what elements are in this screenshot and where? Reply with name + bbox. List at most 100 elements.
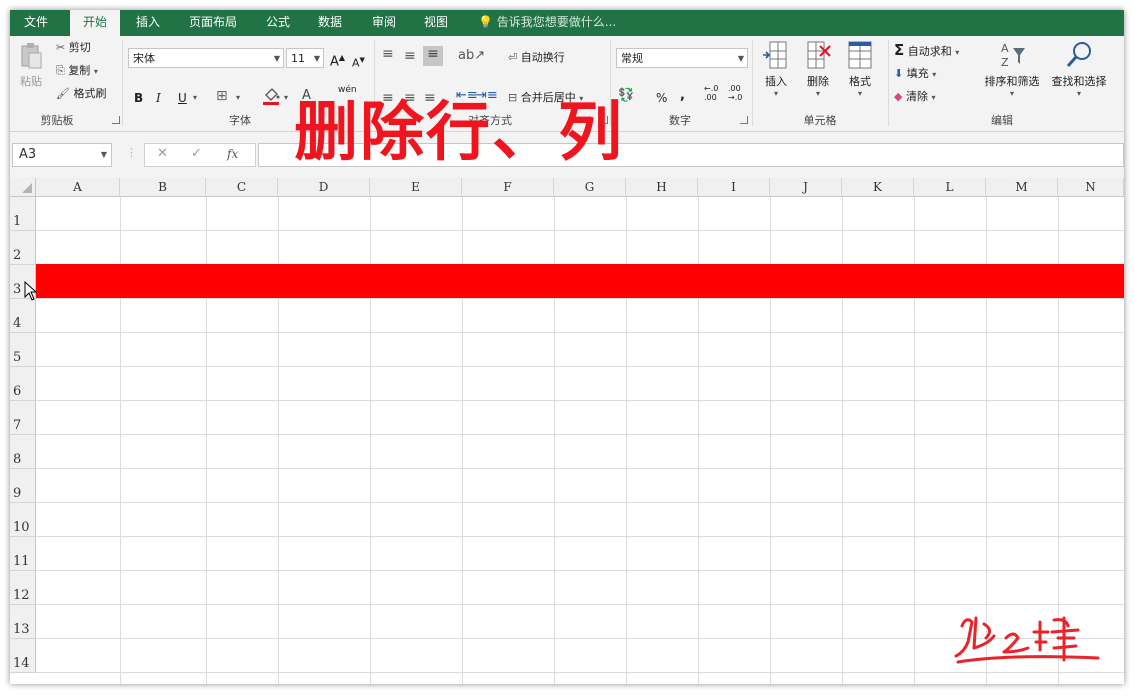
column-header-b[interactable]: B bbox=[120, 178, 206, 197]
autosum-button[interactable]: Σ 自动求和 ▾ bbox=[894, 42, 959, 61]
column-header-f[interactable]: F bbox=[462, 178, 554, 197]
row-header-5[interactable]: 5 bbox=[10, 333, 36, 367]
insert-cells-button[interactable]: 插入 ▾ bbox=[758, 40, 794, 98]
column-header-c[interactable]: C bbox=[206, 178, 278, 197]
font-size-select[interactable]: 11 ▼ bbox=[286, 48, 324, 68]
paste-icon bbox=[21, 43, 42, 69]
dialog-launcher-icon[interactable] bbox=[740, 116, 748, 124]
row-header-11[interactable]: 11 bbox=[10, 537, 36, 571]
clear-button[interactable]: ◆ 清除 ▾ bbox=[894, 89, 935, 106]
fill-color-button[interactable] bbox=[262, 86, 282, 111]
shrink-font-button[interactable]: A▼ bbox=[352, 52, 365, 72]
name-box-value: A3 bbox=[19, 147, 37, 162]
column-header-h[interactable]: H bbox=[626, 178, 698, 197]
chevron-down-icon[interactable]: ▾ bbox=[193, 90, 197, 106]
fill-button[interactable]: ⬇ 填充 ▾ bbox=[894, 66, 936, 83]
column-header-m[interactable]: M bbox=[986, 178, 1058, 197]
delete-cells-label: 删除 bbox=[807, 75, 829, 88]
column-header-d[interactable]: D bbox=[278, 178, 370, 197]
cancel-icon[interactable]: ✕ bbox=[157, 146, 168, 161]
row-header-4[interactable]: 4 bbox=[10, 299, 36, 333]
wrap-text-button[interactable]: ⏎ 自动换行 bbox=[508, 50, 565, 66]
cut-label: 剪切 bbox=[68, 41, 91, 54]
tab-file[interactable]: 文件 bbox=[10, 10, 62, 36]
tab-home[interactable]: 开始 bbox=[70, 10, 120, 37]
tab-formulas[interactable]: 公式 bbox=[256, 10, 300, 36]
format-cells-icon bbox=[848, 41, 872, 69]
align-middle-icon[interactable]: ≡ bbox=[404, 48, 416, 64]
formula-buttons: ✕ ✓ fx bbox=[144, 143, 256, 167]
chevron-down-icon: ▾ bbox=[932, 70, 937, 79]
column-header-k[interactable]: K bbox=[842, 178, 914, 197]
row-header-14[interactable]: 14 bbox=[10, 639, 36, 673]
select-all-button[interactable] bbox=[10, 178, 36, 197]
column-header-e[interactable]: E bbox=[370, 178, 462, 197]
column-header-a[interactable]: A bbox=[36, 178, 120, 197]
tab-data[interactable]: 数据 bbox=[308, 10, 352, 36]
grow-font-label: A bbox=[330, 54, 339, 70]
chevron-down-icon[interactable]: ▾ bbox=[236, 90, 240, 106]
percent-style-button[interactable]: % bbox=[656, 90, 667, 106]
tab-page-layout[interactable]: 页面布局 bbox=[180, 10, 246, 36]
row-header-13[interactable]: 13 bbox=[10, 605, 36, 639]
selected-row-3-highlight[interactable] bbox=[36, 264, 1124, 298]
chevron-down-icon[interactable]: ▼ bbox=[101, 144, 107, 166]
column-header-l[interactable]: L bbox=[914, 178, 986, 197]
row-header-6[interactable]: 6 bbox=[10, 367, 36, 401]
row-header-12[interactable]: 12 bbox=[10, 571, 36, 605]
underline-button[interactable]: U bbox=[178, 90, 187, 106]
tab-insert[interactable]: 插入 bbox=[126, 10, 170, 36]
grow-font-button[interactable]: A▲ bbox=[330, 50, 345, 70]
enter-icon[interactable]: ✓ bbox=[191, 146, 202, 161]
increase-decimal-button[interactable]: ←.0.00 bbox=[704, 84, 718, 102]
row-header-9[interactable]: 9 bbox=[10, 469, 36, 503]
format-painter-button[interactable]: 🖌 格式刷 bbox=[56, 86, 106, 102]
format-cells-label: 格式 bbox=[849, 75, 871, 88]
inc-decimal-top: ←.0 bbox=[704, 84, 719, 93]
insert-function-icon[interactable]: fx bbox=[227, 147, 238, 161]
row-header-7[interactable]: 7 bbox=[10, 401, 36, 435]
font-name-select[interactable]: 宋体 ▼ bbox=[128, 48, 284, 68]
group-divider bbox=[752, 40, 753, 126]
sort-filter-button[interactable]: A Z 排序和筛选 ▾ bbox=[980, 40, 1044, 98]
gridline bbox=[36, 468, 1124, 469]
tab-review[interactable]: 审阅 bbox=[362, 10, 406, 36]
copy-button[interactable]: ⎘ 复制 ▾ bbox=[56, 63, 98, 80]
find-select-button[interactable]: 查找和选择 ▾ bbox=[1046, 40, 1112, 98]
font-size-value: 11 bbox=[291, 52, 305, 65]
row-header-10[interactable]: 10 bbox=[10, 503, 36, 537]
row-header-8[interactable]: 8 bbox=[10, 435, 36, 469]
find-select-label: 查找和选择 bbox=[1051, 75, 1107, 88]
comma-style-button[interactable]: , bbox=[680, 88, 685, 104]
orientation-icon[interactable]: ab↗ bbox=[458, 48, 485, 64]
align-bottom-icon[interactable]: ≡ bbox=[423, 46, 443, 66]
italic-button[interactable]: I bbox=[156, 90, 161, 106]
number-format-select[interactable]: 常规 ▼ bbox=[616, 48, 748, 68]
cut-button[interactable]: ✂ 剪切 bbox=[56, 40, 91, 56]
align-top-icon[interactable]: ≡ bbox=[382, 46, 394, 62]
row-header-1[interactable]: 1 bbox=[10, 197, 36, 231]
borders-icon[interactable]: ⊞ bbox=[216, 88, 228, 104]
tell-me-box[interactable]: 💡 告诉我您想要做什么... bbox=[478, 10, 616, 36]
paste-button[interactable]: 粘贴 bbox=[16, 42, 46, 89]
gridline bbox=[36, 604, 1124, 605]
chevron-down-icon[interactable]: ▾ bbox=[284, 90, 288, 106]
format-cells-button[interactable]: 格式 ▾ bbox=[842, 40, 878, 98]
delete-cells-button[interactable]: 删除 ▾ bbox=[800, 40, 836, 98]
chevron-down-icon: ▼ bbox=[273, 54, 280, 63]
name-box[interactable]: A3 ▼ bbox=[12, 143, 112, 167]
chevron-down-icon: ▾ bbox=[1009, 89, 1014, 98]
svg-text:A: A bbox=[1001, 42, 1009, 55]
column-header-i[interactable]: I bbox=[698, 178, 770, 197]
sort-filter-label: 排序和筛选 bbox=[984, 75, 1040, 88]
decrease-decimal-button[interactable]: .00 →.0 bbox=[728, 84, 742, 102]
column-header-g[interactable]: G bbox=[554, 178, 626, 197]
column-header-n[interactable]: N bbox=[1058, 178, 1124, 197]
tab-view[interactable]: 视图 bbox=[414, 10, 458, 36]
mouse-pointer-icon bbox=[24, 281, 38, 301]
row-header-2[interactable]: 2 bbox=[10, 231, 36, 265]
dialog-launcher-icon[interactable] bbox=[112, 116, 120, 124]
column-header-j[interactable]: J bbox=[770, 178, 842, 197]
chevron-down-icon: ▾ bbox=[815, 89, 820, 98]
bold-button[interactable]: B bbox=[134, 90, 143, 106]
